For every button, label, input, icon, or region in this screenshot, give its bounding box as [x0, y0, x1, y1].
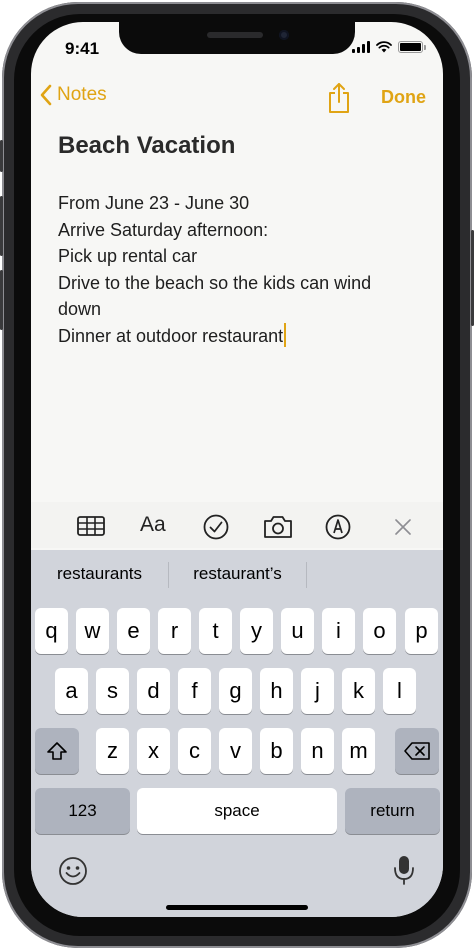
- note-line: down: [58, 299, 102, 319]
- camera-icon[interactable]: [263, 515, 293, 539]
- note-line: Pick up rental car: [58, 246, 198, 266]
- back-label: Notes: [57, 84, 107, 105]
- note-line: Arrive Saturday afternoon:: [58, 219, 269, 240]
- key-d[interactable]: d: [137, 668, 170, 714]
- key-p[interactable]: p: [405, 608, 438, 654]
- key-w[interactable]: w: [76, 608, 109, 654]
- numbers-key[interactable]: 123: [35, 788, 130, 834]
- suggestion-1[interactable]: restaurants: [31, 550, 168, 598]
- key-r[interactable]: r: [158, 608, 191, 654]
- share-button[interactable]: [327, 82, 351, 119]
- screen: 9:41 Notes Done Beach Vacation From June…: [31, 22, 443, 917]
- key-m[interactable]: m: [342, 728, 375, 774]
- key-s[interactable]: s: [96, 668, 129, 714]
- key-n[interactable]: n: [301, 728, 334, 774]
- shift-icon: [47, 742, 67, 760]
- suggestion-2[interactable]: restaurant’s: [169, 550, 306, 598]
- microphone-icon[interactable]: [393, 854, 415, 886]
- key-j[interactable]: j: [301, 668, 334, 714]
- key-f[interactable]: f: [178, 668, 211, 714]
- key-v[interactable]: v: [219, 728, 252, 774]
- speaker-grille: [207, 32, 263, 38]
- home-indicator[interactable]: [166, 905, 308, 910]
- key-z[interactable]: z: [96, 728, 129, 774]
- text-cursor: [284, 322, 287, 347]
- backspace-icon: [404, 742, 430, 760]
- emoji-icon[interactable]: [58, 856, 88, 886]
- key-l[interactable]: l: [383, 668, 416, 714]
- cellular-signal-icon: [352, 41, 370, 53]
- key-q[interactable]: q: [35, 608, 68, 654]
- format-toolbar: Aa: [31, 502, 443, 548]
- table-icon[interactable]: [77, 516, 105, 536]
- status-icons: [352, 41, 426, 53]
- suggestion-bar: restaurants restaurant’s: [31, 550, 443, 598]
- checklist-icon[interactable]: [203, 514, 229, 540]
- return-key[interactable]: return: [345, 788, 440, 834]
- text-style-button[interactable]: Aa: [140, 513, 166, 537]
- key-g[interactable]: g: [219, 668, 252, 714]
- key-o[interactable]: o: [363, 608, 396, 654]
- key-h[interactable]: h: [260, 668, 293, 714]
- front-camera: [279, 30, 289, 40]
- note-line-last: Dinner at outdoor restaurant: [58, 322, 418, 350]
- keyboard: restaurants restaurant’s q w e r t y u i…: [31, 550, 443, 917]
- note-line: Drive to the beach so the kids can wind: [58, 272, 372, 293]
- note-body[interactable]: From June 23 - June 30 Arrive Saturday a…: [58, 190, 418, 349]
- wifi-icon: [376, 41, 392, 53]
- notch: [119, 22, 355, 54]
- status-time: 9:41: [65, 39, 100, 58]
- key-i[interactable]: i: [322, 608, 355, 654]
- mute-switch: [0, 140, 3, 172]
- done-button[interactable]: Done: [381, 87, 426, 108]
- battery-icon: [398, 41, 426, 53]
- close-icon[interactable]: [395, 519, 411, 535]
- note-line: From June 23 - June 30: [58, 193, 250, 213]
- shift-key[interactable]: [35, 728, 79, 774]
- volume-down-button: [0, 270, 3, 330]
- key-a[interactable]: a: [55, 668, 88, 714]
- markup-pen-icon[interactable]: [325, 514, 351, 540]
- space-key[interactable]: space: [137, 788, 337, 834]
- note-title[interactable]: Beach Vacation: [58, 132, 235, 160]
- chevron-left-icon: [40, 84, 52, 106]
- key-t[interactable]: t: [199, 608, 232, 654]
- delete-key[interactable]: [395, 728, 439, 774]
- share-icon: [329, 83, 349, 113]
- note-line-text: Dinner at outdoor restaurant: [58, 325, 284, 346]
- key-k[interactable]: k: [342, 668, 375, 714]
- key-e[interactable]: e: [117, 608, 150, 654]
- volume-up-button: [0, 196, 3, 256]
- key-x[interactable]: x: [137, 728, 170, 774]
- key-u[interactable]: u: [281, 608, 314, 654]
- back-button[interactable]: Notes: [39, 84, 107, 106]
- key-c[interactable]: c: [178, 728, 211, 774]
- key-b[interactable]: b: [260, 728, 293, 774]
- suggestion-3[interactable]: [307, 550, 443, 598]
- key-y[interactable]: y: [240, 608, 273, 654]
